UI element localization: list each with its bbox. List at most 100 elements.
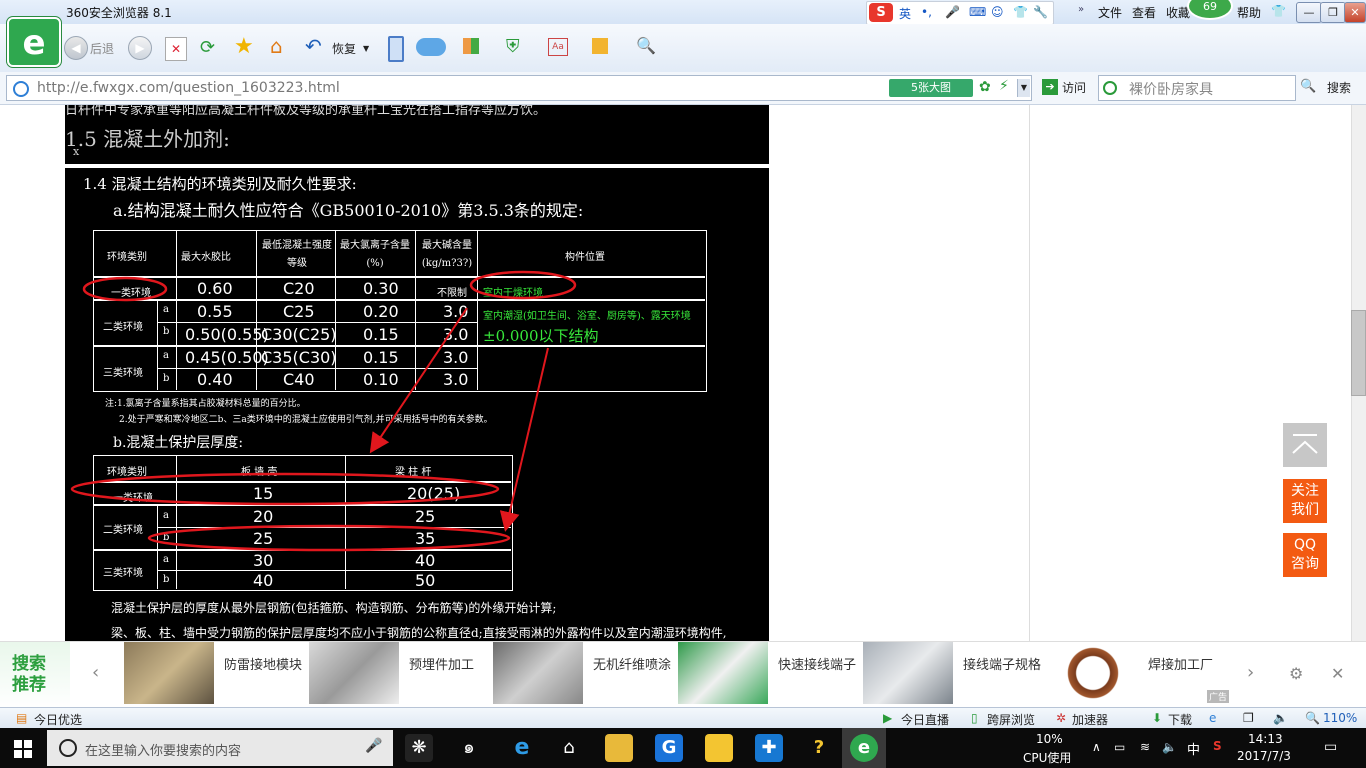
ad-text-6[interactable]: 焊接加工厂	[1148, 656, 1228, 676]
ime-toolbar[interactable]: S 英 •, 🎤 ⌨ ☺ 👕 🔧	[866, 1, 1054, 25]
user-icon[interactable]: ☺	[991, 5, 1004, 19]
phone-icon[interactable]	[388, 36, 404, 62]
zoom-icon[interactable]: 🔍	[1305, 711, 1320, 725]
big-pic-button[interactable]: 5张大图	[889, 79, 973, 97]
taskbar-search[interactable]: 在这里输入你要搜索的内容 🎤	[47, 730, 393, 766]
file-explorer-icon[interactable]	[605, 734, 633, 762]
visit-icon[interactable]: ➔	[1042, 79, 1058, 95]
ime-mode[interactable]: 英	[899, 5, 911, 22]
sogou-tray-icon[interactable]: S	[1213, 739, 1222, 753]
chevron-icon[interactable]: »	[1078, 4, 1084, 15]
browser-360-icon[interactable]: e	[850, 734, 878, 762]
app-g-icon[interactable]: G	[655, 734, 683, 762]
cloud-icon[interactable]	[416, 38, 446, 56]
download[interactable]: 下载	[1168, 711, 1192, 728]
ad-text-5[interactable]: 接线端子规格	[963, 656, 1043, 676]
ad-text-2[interactable]: 预埋件加工	[409, 656, 489, 676]
gear-icon[interactable]: ⚙	[1289, 664, 1303, 683]
ad-image-1[interactable]	[124, 642, 214, 704]
daily-pick[interactable]: 今日优选	[34, 711, 82, 728]
skin-icon[interactable]: 👕	[1013, 5, 1028, 19]
speaker-icon[interactable]: 🔈	[1162, 740, 1177, 754]
tray-app-icon[interactable]: ▭	[1114, 740, 1125, 754]
gift-icon[interactable]: ▤	[16, 711, 27, 725]
close-button[interactable]: ✕	[1344, 2, 1366, 23]
notes-icon[interactable]	[705, 734, 733, 762]
notification-badge[interactable]: 69	[1187, 0, 1233, 20]
shield-icon[interactable]: ⛨	[506, 36, 520, 57]
restore-label[interactable]: 恢复	[332, 36, 356, 62]
back-label[interactable]: 后退	[90, 36, 114, 62]
ad-text-1[interactable]: 防雷接地模块	[224, 656, 304, 676]
mic-icon[interactable]: 🎤	[945, 5, 960, 19]
windows-start-icon[interactable]	[14, 740, 32, 758]
shirt-icon[interactable]: 👕	[1271, 4, 1286, 18]
url-box[interactable]: http://e.fwxgx.com/question_1603223.html…	[6, 75, 1032, 101]
search-button[interactable]: 搜索	[1327, 79, 1351, 96]
keyboard-icon[interactable]: ⌨	[969, 5, 986, 19]
translate-icon[interactable]: Aa	[548, 38, 568, 56]
refresh-icon[interactable]: ⟳	[200, 37, 220, 59]
undo-icon[interactable]: ↶	[305, 34, 322, 58]
accelerator[interactable]: 加速器	[1072, 711, 1108, 728]
download-icon[interactable]: ⬇	[1152, 711, 1162, 725]
app-plus-icon[interactable]: ✚	[755, 734, 783, 762]
search-icon[interactable]: 🔍	[1300, 79, 1316, 94]
home-icon[interactable]: ⌂	[270, 34, 283, 58]
close-ad-icon[interactable]: ✕	[1331, 664, 1344, 683]
live-icon[interactable]: ▶	[883, 711, 892, 725]
ad-image-6[interactable]	[1048, 642, 1138, 704]
favorite-star-icon[interactable]: ★	[234, 34, 254, 59]
prev-arrow-icon[interactable]: ‹	[92, 662, 99, 683]
ad-text-4[interactable]: 快速接线端子	[778, 656, 858, 676]
punct-icon[interactable]: •,	[921, 5, 932, 19]
magnifier-icon[interactable]: 🔍	[636, 36, 656, 55]
wrench-icon[interactable]: 🔧	[1033, 5, 1048, 19]
volume-icon[interactable]: 🔈	[1273, 711, 1288, 725]
ad-image-2[interactable]	[309, 642, 399, 704]
chevron-down-icon[interactable]: ▼	[363, 36, 369, 62]
ad-image-4[interactable]	[678, 642, 768, 704]
app-swirl-icon[interactable]: ๑	[455, 734, 483, 762]
close-page-icon[interactable]: ✕	[165, 37, 187, 61]
task-view-icon[interactable]: ❋	[405, 734, 433, 762]
ad-text-3[interactable]: 无机纤维喷涂	[593, 656, 673, 676]
cross-screen-icon[interactable]: ▯	[971, 711, 978, 725]
next-arrow-icon[interactable]: ›	[1247, 662, 1254, 683]
qq-consult-button[interactable]: QQ咨询	[1283, 533, 1327, 577]
ie-icon[interactable]: e	[1209, 711, 1216, 725]
speed-icon[interactable]: ✿	[979, 79, 991, 95]
visit-button[interactable]: 访问	[1062, 79, 1086, 96]
help-app-icon[interactable]: ?	[805, 734, 833, 762]
menu-file[interactable]: 文件	[1098, 4, 1122, 21]
notification-icon[interactable]: ▭	[1324, 739, 1337, 755]
menu-help[interactable]: 帮助	[1237, 4, 1261, 21]
ad-image-3[interactable]	[493, 642, 583, 704]
maximize-button[interactable]: ❐	[1320, 2, 1346, 23]
scrollbar-thumb[interactable]	[1351, 310, 1366, 396]
lightning-icon[interactable]: ⚡	[999, 78, 1009, 94]
apps-icon[interactable]	[463, 38, 479, 54]
accelerator-icon[interactable]: ✲	[1056, 711, 1066, 725]
back-arrow-icon[interactable]: ◀	[64, 36, 88, 60]
browser-logo[interactable]: e	[7, 17, 61, 67]
search-engine-icon[interactable]	[1103, 81, 1117, 95]
edge-icon[interactable]: e	[508, 734, 536, 762]
search-input[interactable]: 裸价卧房家具	[1098, 75, 1296, 101]
wifi-icon[interactable]: ≋	[1140, 740, 1150, 754]
menu-view[interactable]: 查看	[1132, 4, 1156, 21]
tray-chevron-icon[interactable]: ∧	[1092, 740, 1101, 754]
microphone-icon[interactable]: 🎤	[365, 738, 382, 754]
back-to-top-button[interactable]	[1283, 423, 1327, 467]
ime-indicator[interactable]: 中	[1187, 739, 1200, 758]
screenshot-icon[interactable]	[592, 38, 608, 54]
ad-image-5[interactable]	[863, 642, 953, 704]
cross-screen[interactable]: 跨屏浏览	[987, 711, 1035, 728]
zoom-level[interactable]: 110%	[1323, 711, 1357, 725]
store-icon[interactable]: ⌂	[555, 734, 583, 762]
daily-live[interactable]: 今日直播	[901, 711, 949, 728]
window-icon[interactable]: ❐	[1243, 711, 1254, 725]
url-text[interactable]: http://e.fwxgx.com/question_1603223.html	[37, 80, 340, 96]
minimize-button[interactable]: —	[1296, 2, 1322, 23]
url-dropdown-icon[interactable]: ▼	[1017, 79, 1030, 97]
